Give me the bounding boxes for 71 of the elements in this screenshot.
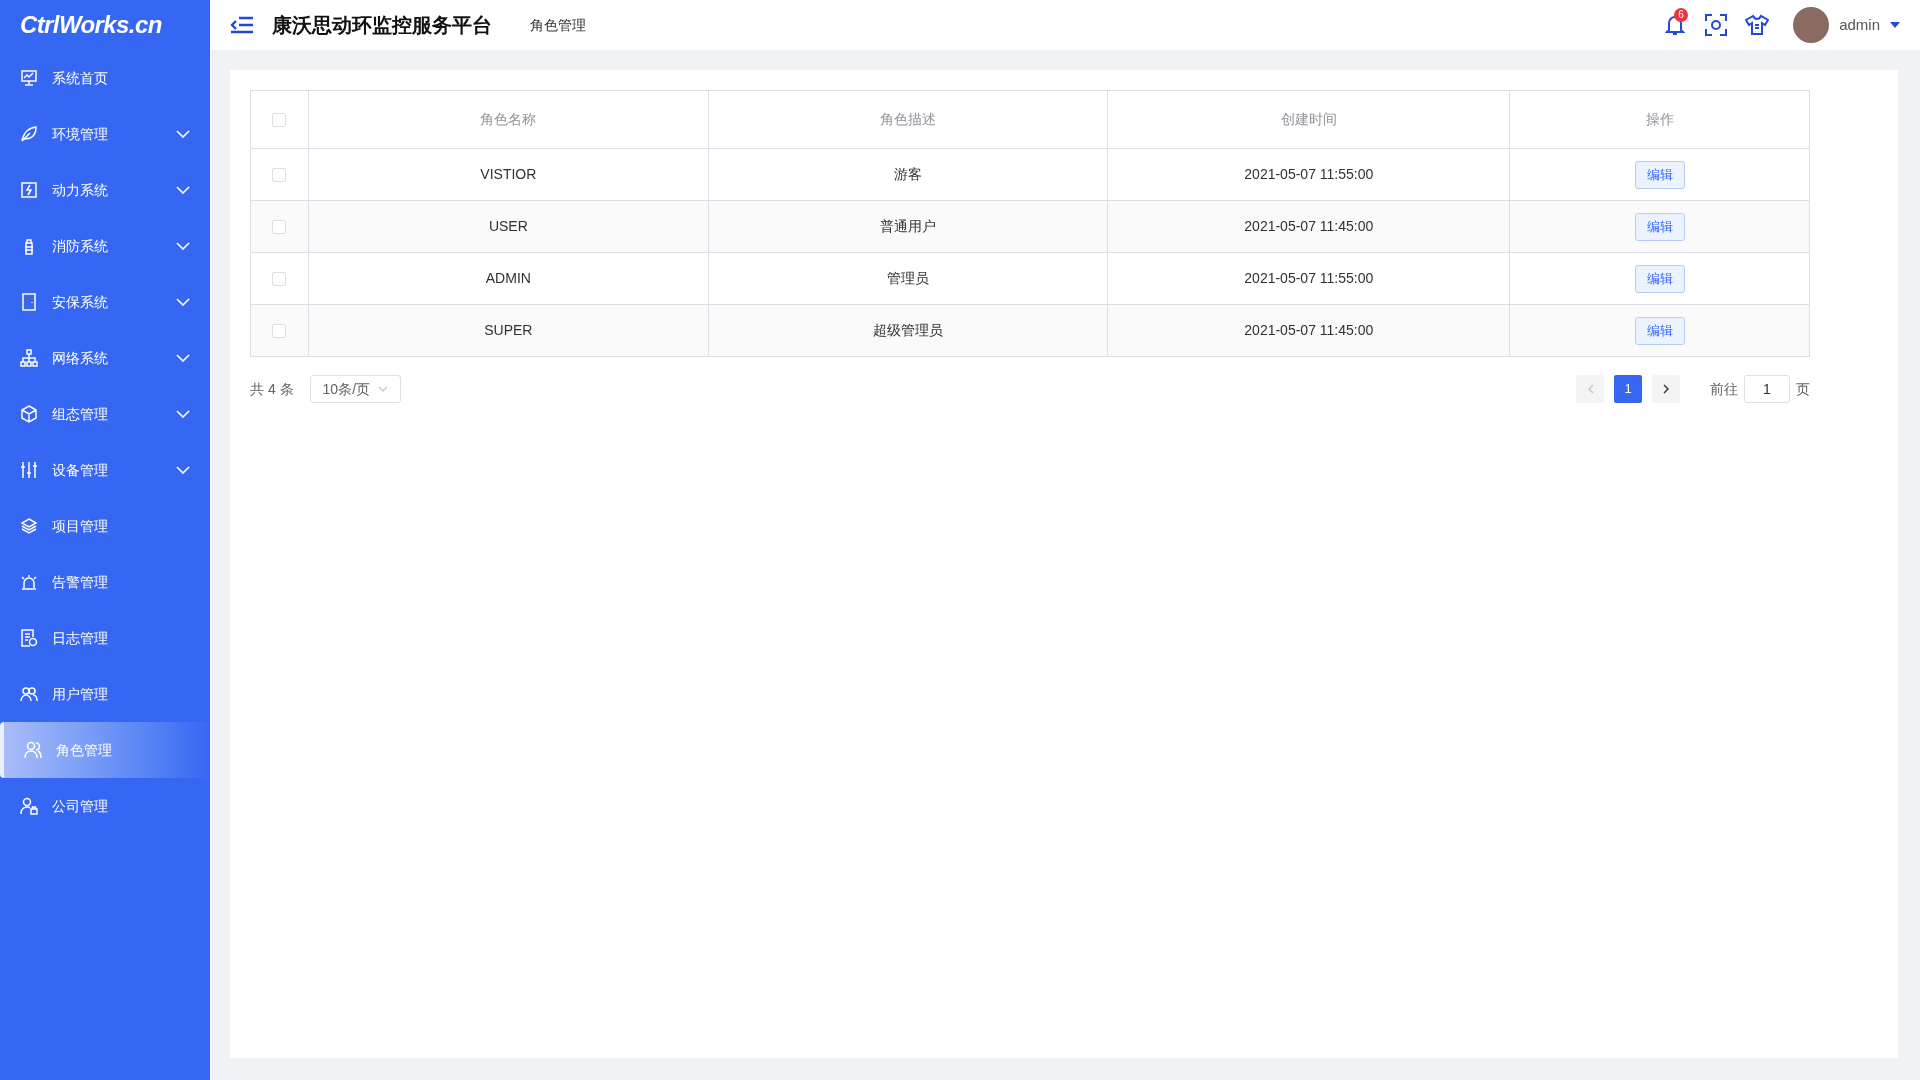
sidebar-item[interactable]: 告警管理 xyxy=(0,554,210,610)
page-input[interactable]: 1 xyxy=(1744,375,1790,403)
table-cell: USER xyxy=(488,218,528,234)
sidebar-item[interactable]: 动力系统 xyxy=(0,162,210,218)
alarm-icon xyxy=(20,573,38,591)
page-suffix: 页 xyxy=(1796,379,1810,399)
checkbox[interactable] xyxy=(272,324,287,339)
avatar[interactable] xyxy=(1793,7,1830,43)
chevron-left-icon xyxy=(1586,384,1594,394)
users-icon xyxy=(20,685,38,703)
table-cell: 2021-05-07 11:45:00 xyxy=(1244,322,1374,338)
scan-icon[interactable] xyxy=(1705,14,1728,36)
username[interactable]: admin xyxy=(1839,13,1880,37)
edit-button[interactable]: 编辑 xyxy=(1634,264,1685,293)
next-page-button[interactable] xyxy=(1652,375,1680,403)
table-cell: 管理员 xyxy=(887,270,930,286)
table-cell: 游客 xyxy=(894,166,923,182)
sidebar-item[interactable]: 组态管理 xyxy=(0,386,210,442)
app-title: 康沃思动环监控服务平台 xyxy=(272,13,492,38)
sidebar-item[interactable]: 公司管理 xyxy=(0,778,210,834)
table-cell: 超级管理员 xyxy=(873,322,944,338)
sliders-icon xyxy=(20,461,38,479)
leaf-icon xyxy=(20,125,38,143)
table-cell: ADMIN xyxy=(485,270,531,286)
sidebar-item[interactable]: 用户管理 xyxy=(0,666,210,722)
edit-button[interactable]: 编辑 xyxy=(1634,212,1685,241)
document-clock-icon xyxy=(20,629,38,647)
shirt-icon[interactable] xyxy=(1745,14,1770,36)
user-pair-icon xyxy=(24,741,42,759)
chevron-down-icon xyxy=(378,386,389,392)
checkbox[interactable] xyxy=(272,113,287,128)
checkbox[interactable] xyxy=(272,272,287,287)
sidebar-item[interactable]: 设备管理 xyxy=(0,442,210,498)
sidebar-item[interactable]: 安保系统 xyxy=(0,274,210,330)
edit-button[interactable]: 编辑 xyxy=(1634,160,1685,189)
table-cell: VISTIOR xyxy=(480,166,537,182)
layers-icon xyxy=(20,517,38,535)
sidebar-item[interactable]: 环境管理 xyxy=(0,106,210,162)
table-cell: SUPER xyxy=(484,322,533,338)
column-header: 创建时间 xyxy=(1280,111,1337,127)
sidebar-item[interactable]: 系统首页 xyxy=(0,50,210,106)
page-size-select[interactable]: 10条/页 xyxy=(309,375,402,403)
sidebar-item[interactable]: 日志管理 xyxy=(0,610,210,666)
caret-icon[interactable] xyxy=(1890,22,1900,28)
table-cell: 2021-05-07 11:45:00 xyxy=(1244,218,1374,234)
door-icon xyxy=(20,293,38,311)
sidebar-item[interactable]: 消防系统 xyxy=(0,218,210,274)
breadcrumb: 角色管理 xyxy=(530,15,586,35)
page-button[interactable]: 1 xyxy=(1614,375,1642,403)
column-header: 角色名称 xyxy=(480,111,537,127)
sidebar-item[interactable]: 项目管理 xyxy=(0,498,210,554)
edit-button[interactable]: 编辑 xyxy=(1634,316,1685,345)
total-count: 共 4 条 xyxy=(250,379,294,399)
logo-text: CtrlWorks.cn xyxy=(20,10,162,40)
monitor-icon xyxy=(20,69,38,87)
table-cell: 2021-05-07 11:55:00 xyxy=(1244,270,1374,286)
menu-icon[interactable] xyxy=(230,15,254,35)
notification-badge: 6 xyxy=(1674,8,1689,22)
column-header: 角色描述 xyxy=(880,111,937,127)
checkbox[interactable] xyxy=(272,168,287,183)
power-panel-icon xyxy=(20,181,38,199)
checkbox[interactable] xyxy=(272,220,287,235)
column-header: 操作 xyxy=(1645,111,1674,127)
goto-label: 前往 xyxy=(1710,379,1738,399)
table-cell: 普通用户 xyxy=(880,218,937,234)
user-lock-icon xyxy=(20,797,38,815)
cube-icon xyxy=(20,405,38,423)
table-cell: 2021-05-07 11:55:00 xyxy=(1244,166,1374,182)
chevron-right-icon xyxy=(1662,384,1670,394)
network-icon xyxy=(20,349,38,367)
sidebar-item[interactable]: 网络系统 xyxy=(0,330,210,386)
